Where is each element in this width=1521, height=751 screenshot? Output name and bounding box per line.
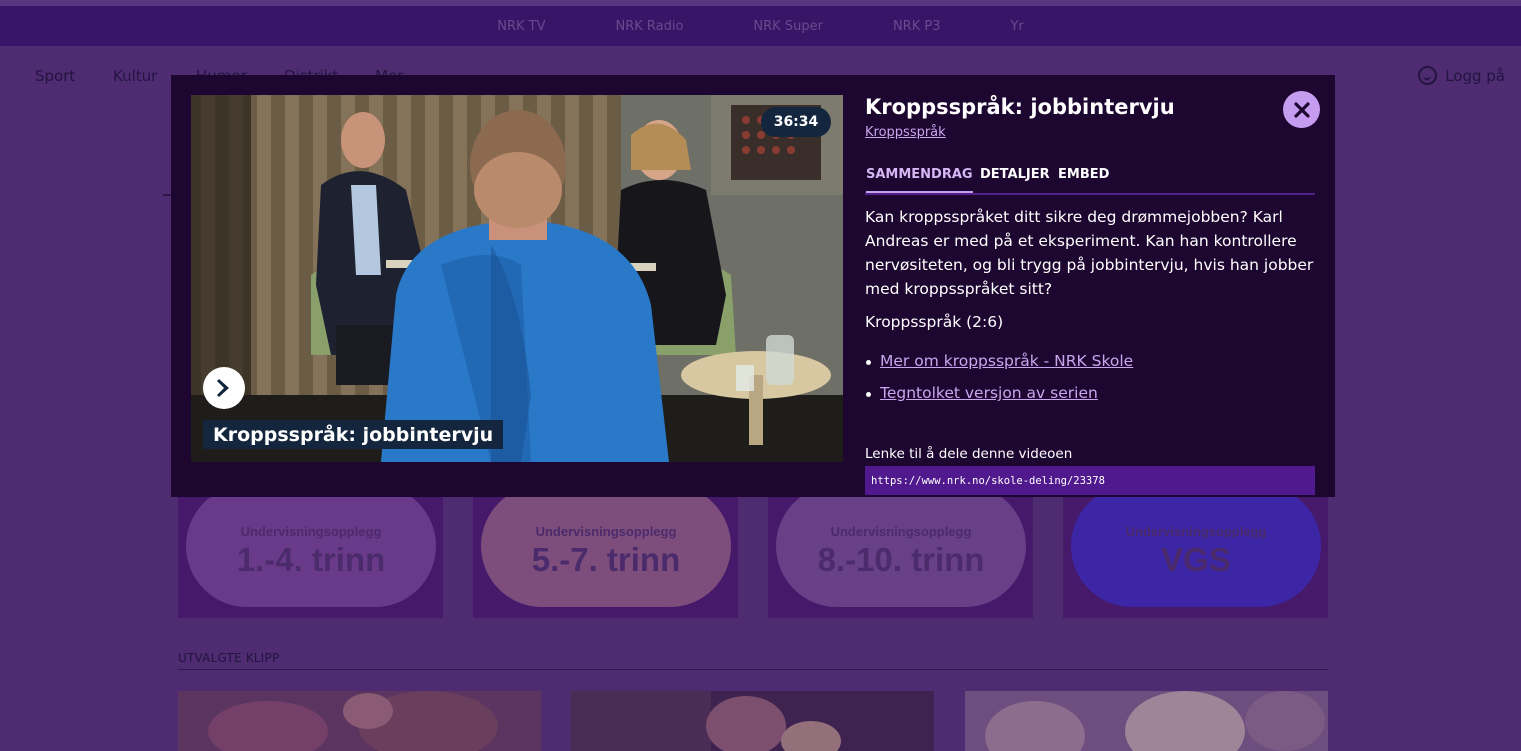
card-title: 5.-7. trinn [531,540,681,578]
site-link-nrk-p3[interactable]: NRK P3 [893,19,941,34]
card-pill: Undervisningsopplegg 1.-4. trinn [186,485,436,607]
nav-item-sport[interactable]: Sport [35,67,75,85]
login-label: Logg på [1445,66,1505,85]
share-url-field[interactable] [865,466,1315,495]
episode-label: Kroppsspråk (2:6) [865,313,1004,331]
tab-detaljer[interactable]: DETALJER [980,167,1050,191]
video-player[interactable]: 36:34 Kroppsspråk: jobbintervju [191,95,843,462]
card-subtitle: Undervisningsopplegg [1125,523,1267,539]
tab-embed[interactable]: EMBED [1058,167,1109,191]
card-vgs[interactable]: Undervisningsopplegg VGS [1063,485,1328,618]
video-description: Kan kroppsspråket ditt sikre deg drømmej… [865,208,1314,298]
clip-thumbnail[interactable] [965,691,1328,751]
section-divider [178,669,1328,670]
video-thumbnail [191,95,843,462]
duration-badge: 36:34 [761,107,831,137]
link-mer-om-kroppssprak[interactable]: Mer om kroppsspråk - NRK Skole [880,352,1133,370]
site-link-nrk-radio[interactable]: NRK Radio [615,19,683,34]
card-pill: Undervisningsopplegg 8.-10. trinn [776,485,1026,607]
site-link-nrk-tv[interactable]: NRK TV [497,19,545,34]
user-icon [1418,66,1438,85]
close-button[interactable] [1283,91,1320,128]
site-switcher: NRK TV NRK Radio NRK Super NRK P3 Yr [0,6,1521,46]
tab-sammendrag[interactable]: SAMMENDRAG [866,167,973,193]
site-link-nrk-super[interactable]: NRK Super [753,19,823,34]
clip-thumbnail[interactable] [571,691,934,751]
series-link[interactable]: Kroppsspråk [865,125,946,140]
video-info-panel: Kroppsspråk: jobbintervju Kroppsspråk SA… [865,93,1315,495]
video-title: Kroppsspråk: jobbintervju [865,95,1175,119]
chevron-right-icon [217,379,229,397]
login-button[interactable]: Logg på [1418,66,1505,85]
card-subtitle: Undervisningsopplegg [830,523,972,539]
section-heading: UTVALGTE KLIPP [178,651,280,665]
card-subtitle: Undervisningsopplegg [240,523,382,539]
card-pill: Undervisningsopplegg 5.-7. trinn [481,485,731,607]
list-item: Tegntolket versjon av serien [865,384,1133,416]
related-links: Mer om kroppsspråk - NRK Skole Tegntolke… [865,352,1133,416]
card-title: 1.-4. trinn [236,540,386,578]
share-label: Lenke til å dele denne videoen [865,446,1073,462]
video-overlay-title: Kroppsspråk: jobbintervju [203,420,504,449]
card-trinn-1-4[interactable]: Undervisningsopplegg 1.-4. trinn [178,485,443,618]
card-title: VGS [1161,540,1231,578]
card-pill: Undervisningsopplegg VGS [1071,485,1321,607]
play-button[interactable] [203,367,245,409]
card-subtitle: Undervisningsopplegg [535,523,677,539]
card-trinn-5-7[interactable]: Undervisningsopplegg 5.-7. trinn [473,485,738,618]
link-tegntolket-versjon[interactable]: Tegntolket versjon av serien [880,384,1098,402]
close-icon [1293,101,1310,118]
nav-item-kultur[interactable]: Kultur [113,67,157,85]
info-tabs: SAMMENDRAG DETALJER EMBED [865,165,1315,195]
clip-thumbnail[interactable] [178,691,541,751]
list-item: Mer om kroppsspråk - NRK Skole [865,352,1133,384]
card-trinn-8-10[interactable]: Undervisningsopplegg 8.-10. trinn [768,485,1033,618]
card-title: 8.-10. trinn [817,540,985,578]
site-link-yr[interactable]: Yr [1010,19,1023,34]
video-modal: 36:34 Kroppsspråk: jobbintervju Kroppssp… [171,75,1335,497]
